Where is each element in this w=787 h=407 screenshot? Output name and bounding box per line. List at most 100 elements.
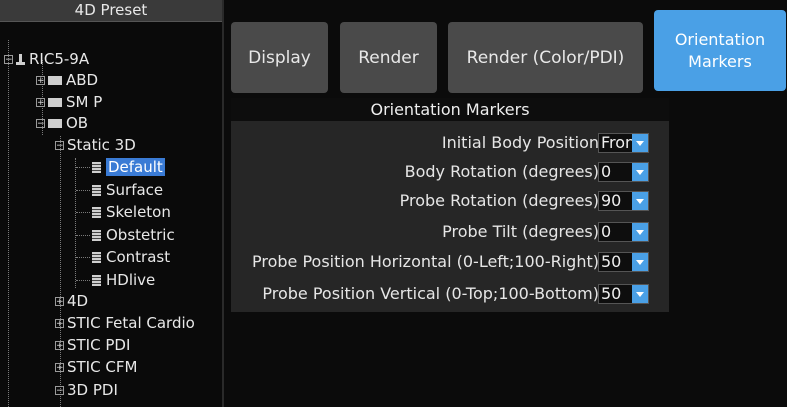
- dropdown-arrow-icon[interactable]: [632, 253, 648, 271]
- tree-connector: [76, 190, 90, 191]
- tab-label: Render (Color/PDI): [466, 47, 625, 68]
- setting-label: Initial Body Position: [441, 133, 599, 152]
- tree-item-label: HDlive: [106, 271, 156, 289]
- probe-tilt-select[interactable]: 0: [598, 222, 649, 242]
- tree-item-probe[interactable]: − RIC5-9A: [4, 49, 89, 70]
- app-window: 4D Preset − RIC5-9A + ABD + SM P − OB − Stati…: [0, 0, 787, 407]
- expand-icon[interactable]: +: [55, 319, 64, 329]
- tab-label: Render: [358, 47, 419, 68]
- tree-connector: [76, 257, 90, 258]
- setting-probe-rotation: Probe Rotation (degrees) 90: [231, 189, 669, 213]
- tree-item-3d-pdi[interactable]: −3D PDI: [55, 380, 118, 401]
- setting-label: Probe Rotation (degrees): [399, 191, 599, 210]
- tree-item-skeleton[interactable]: Skeleton: [76, 202, 171, 223]
- select-value: 0: [601, 222, 612, 241]
- document-icon: [92, 185, 101, 196]
- tree-item-surface[interactable]: Surface: [76, 180, 163, 201]
- orientation-markers-panel: Orientation Markers Initial Body Positio…: [231, 98, 669, 312]
- expand-icon[interactable]: +: [55, 363, 64, 373]
- dropdown-arrow-icon[interactable]: [632, 285, 648, 303]
- setting-body-rotation: Body Rotation (degrees) 0: [231, 160, 669, 184]
- setting-probe-position-vertical: Probe Position Vertical (0-Top;100-Botto…: [231, 282, 669, 306]
- select-value: 50: [601, 252, 622, 271]
- dropdown-arrow-icon[interactable]: [632, 163, 648, 181]
- tree-connector: [76, 235, 90, 236]
- setting-label: Probe Position Horizontal (0-Left;100-Ri…: [251, 252, 599, 271]
- tree-item-label: Obstetric: [106, 226, 175, 244]
- setting-probe-position-horizontal: Probe Position Horizontal (0-Left;100-Ri…: [231, 250, 669, 274]
- folder-icon: [48, 119, 62, 128]
- dropdown-arrow-icon[interactable]: [632, 223, 648, 241]
- tree-guide-line: [8, 40, 9, 407]
- tree-item-stic-cfm[interactable]: + STIC CFM: [55, 357, 137, 378]
- tree-item-obstetric[interactable]: Obstetric: [76, 225, 175, 246]
- tab-render-color-pdi[interactable]: Render (Color/PDI): [448, 22, 643, 93]
- tree-item-stic-pdi[interactable]: + STIC PDI: [55, 335, 130, 356]
- expand-icon[interactable]: +: [55, 297, 64, 307]
- folder-icon: [48, 98, 62, 107]
- collapse-icon[interactable]: −: [4, 55, 13, 65]
- tree-item-label: Contrast: [106, 248, 171, 266]
- tree-item-label: 4D: [67, 292, 89, 310]
- tab-render[interactable]: Render: [340, 22, 437, 93]
- tab-label: Display: [248, 47, 311, 68]
- tree-item-default[interactable]: Default: [76, 157, 165, 178]
- collapse-icon[interactable]: −: [36, 119, 45, 129]
- tab-label-line: Markers: [688, 51, 752, 71]
- expand-icon[interactable]: +: [36, 98, 45, 108]
- probe-icon: [16, 53, 25, 66]
- document-icon: [92, 162, 101, 173]
- tab-orientation-markers[interactable]: Orientation Markers: [654, 10, 786, 91]
- tab-display[interactable]: Display: [231, 22, 328, 93]
- tree-item-label: STIC PDI: [67, 336, 131, 354]
- initial-body-position-select[interactable]: Front: [598, 133, 649, 153]
- tree-item-ob[interactable]: − OB: [36, 113, 88, 134]
- panel-title: Orientation Markers: [231, 98, 669, 121]
- document-icon: [92, 230, 101, 241]
- document-icon: [92, 275, 101, 286]
- tree-item-label: STIC Fetal Cardio: [67, 314, 195, 332]
- tree-item-label: SM P: [66, 93, 103, 111]
- probe-position-horizontal-select[interactable]: 50: [598, 252, 649, 272]
- tree-item-label: Default: [106, 158, 165, 176]
- tree-item-4d[interactable]: +4D: [55, 291, 88, 312]
- preset-panel-title: 4D Preset: [0, 0, 222, 22]
- setting-probe-tilt: Probe Tilt (degrees) 0: [231, 220, 669, 244]
- tree-item-abd[interactable]: + ABD: [36, 70, 98, 91]
- tree-item-label: Skeleton: [106, 203, 171, 221]
- document-icon: [92, 252, 101, 263]
- collapse-icon[interactable]: −: [55, 141, 64, 151]
- document-icon: [92, 207, 101, 218]
- tree-item-contrast[interactable]: Contrast: [76, 247, 170, 268]
- tree-item-static3d[interactable]: − Static 3D: [55, 135, 136, 156]
- tree-item-label: 3D PDI: [67, 381, 118, 399]
- tree-connector: [76, 212, 90, 213]
- dropdown-arrow-icon[interactable]: [632, 134, 648, 152]
- tree-item-smp[interactable]: + SM P: [36, 92, 102, 113]
- dropdown-arrow-icon[interactable]: [632, 192, 648, 210]
- select-value: 90: [601, 191, 622, 210]
- tree-item-label: Surface: [106, 181, 164, 199]
- tree-connector: [76, 167, 90, 168]
- select-value: 50: [601, 284, 622, 303]
- collapse-icon[interactable]: −: [55, 386, 64, 396]
- expand-icon[interactable]: +: [55, 341, 64, 351]
- tree-item-hdlive[interactable]: HDlive: [76, 270, 155, 291]
- tree-item-label: ABD: [66, 71, 99, 89]
- setting-initial-body-position: Initial Body Position Front: [231, 131, 669, 155]
- probe-rotation-select[interactable]: 90: [598, 191, 649, 211]
- tree-item-label: RIC5-9A: [29, 50, 90, 68]
- probe-position-vertical-select[interactable]: 50: [598, 284, 649, 304]
- setting-label: Probe Position Vertical (0-Top;100-Botto…: [262, 284, 599, 303]
- tab-label: Orientation Markers: [675, 29, 765, 73]
- body-rotation-select[interactable]: 0: [598, 162, 649, 182]
- tree-connector: [76, 280, 90, 281]
- setting-label: Probe Tilt (degrees): [442, 222, 599, 241]
- tree-item-label: OB: [66, 114, 89, 132]
- expand-icon[interactable]: +: [36, 76, 45, 86]
- folder-icon: [48, 76, 62, 85]
- preset-panel: 4D Preset − RIC5-9A + ABD + SM P − OB − Stati…: [0, 0, 224, 407]
- tree-item-label: STIC CFM: [67, 358, 138, 376]
- select-value: 0: [601, 162, 612, 181]
- tree-item-stic-fetal-cardio[interactable]: + STIC Fetal Cardio: [55, 313, 195, 334]
